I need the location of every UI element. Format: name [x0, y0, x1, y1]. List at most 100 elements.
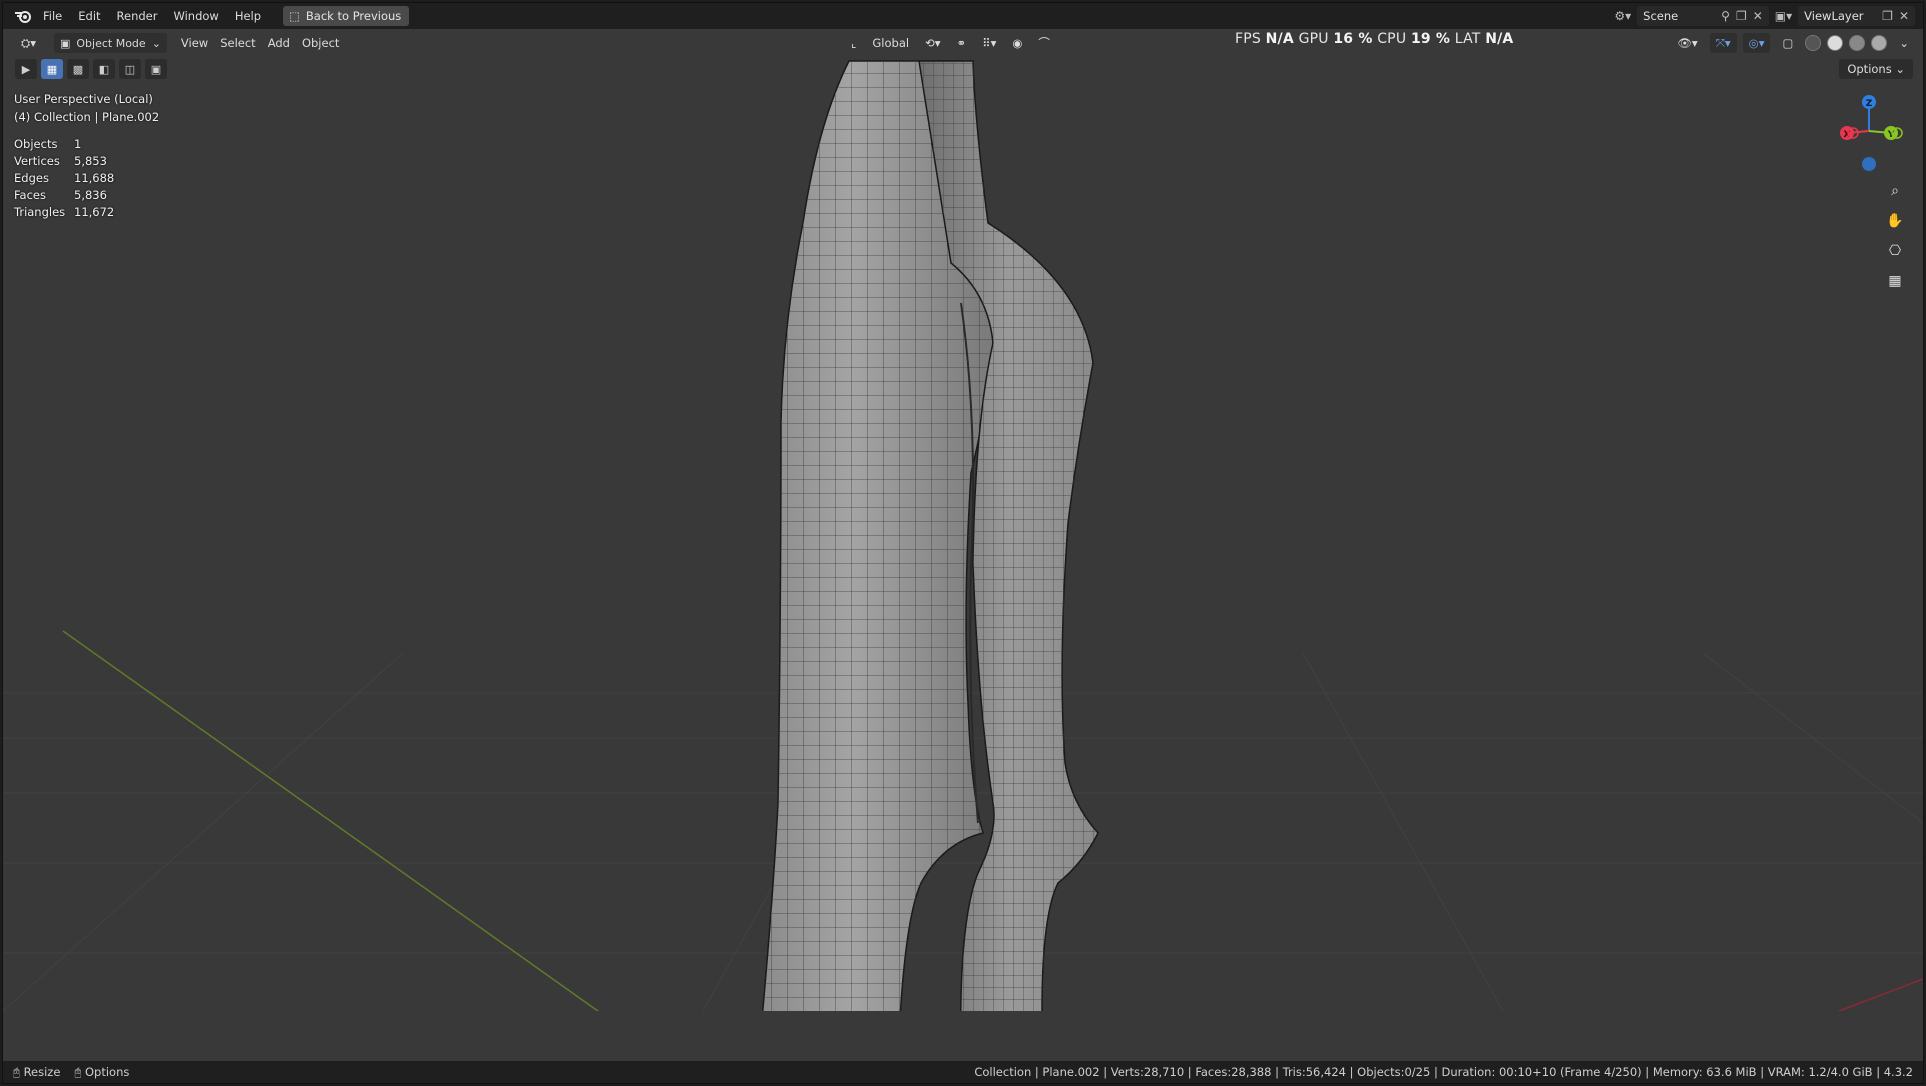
mouse-icon: 🖰: [74, 1064, 82, 1079]
transform-tools: ⌞ Global ⟲▾ ⚭ ⠿▾ ◉ ⌒: [845, 33, 1056, 53]
menu-object[interactable]: Object: [296, 33, 345, 53]
menu-help[interactable]: Help: [227, 5, 269, 27]
navigation-gizmo[interactable]: Z Y X: [1829, 91, 1909, 181]
gpu-value: 16 %: [1333, 31, 1373, 47]
viewport-info: User Perspective (Local) (4) Collection …: [14, 90, 159, 126]
menu-render[interactable]: Render: [109, 5, 166, 27]
select-invert-icon[interactable]: ◫: [119, 59, 141, 79]
mouse-icon: 🖰: [13, 1064, 20, 1079]
status-bar: 🖰 Resize 🖰 Options Collection | Plane.00…: [3, 1061, 1923, 1083]
select-new-icon[interactable]: ▦: [41, 59, 63, 79]
rendered-shading-icon[interactable]: [1871, 35, 1888, 51]
pin-icon[interactable]: ⚲: [1721, 9, 1730, 23]
select-cursor-icon[interactable]: ▶: [15, 59, 37, 79]
stat-key: Vertices: [14, 154, 60, 168]
editor-type-icon[interactable]: ⛭▾: [15, 33, 42, 53]
neg-z-axis-icon[interactable]: [1862, 157, 1876, 171]
menu-window[interactable]: Window: [165, 5, 226, 27]
close-viewlayer-icon[interactable]: ✕: [1899, 9, 1909, 23]
stat-row: Edges 11,688: [14, 170, 114, 187]
y-axis-line: [62, 630, 600, 1011]
back-icon: ⬚: [289, 9, 300, 23]
stat-key: Faces: [14, 188, 46, 202]
viewport-display-tools: 👁▾ ⤧▾ ◎▾ ▢ ⌄: [1671, 33, 1915, 53]
options-hint: 🖰 Options: [74, 1065, 129, 1080]
cpu-value: 19 %: [1410, 31, 1451, 47]
material-shading-icon[interactable]: [1849, 35, 1866, 51]
options-hint-label: Options: [84, 1064, 130, 1079]
snap-target-icon[interactable]: ⠿▾: [976, 33, 1002, 53]
proportional-edit-icon[interactable]: ◉: [1006, 33, 1028, 53]
view-name: User Perspective (Local): [14, 92, 153, 106]
stat-value: 11,672: [74, 205, 115, 219]
3d-viewport[interactable]: [3, 57, 1923, 1061]
new-scene-icon[interactable]: ❐: [1736, 9, 1747, 23]
stat-key: Triangles: [14, 205, 66, 219]
back-to-previous-button[interactable]: ⬚ Back to Previous: [283, 6, 410, 26]
blender-logo-icon[interactable]: [11, 4, 35, 28]
shading-options-icon[interactable]: ⌄: [1893, 33, 1915, 53]
wireframe-shading-icon[interactable]: [1805, 35, 1822, 51]
orientation-icon: ⌞: [851, 36, 857, 50]
back-to-previous-label: Back to Previous: [305, 9, 402, 23]
performance-readout: FPS N/A GPU 16 % CPU 19 % LAT N/A: [1235, 31, 1513, 47]
stat-row: Faces 5,836: [14, 187, 114, 204]
select-extend-icon[interactable]: ▩: [67, 59, 89, 79]
stat-row: Objects 1: [14, 136, 114, 153]
stat-key: Edges: [14, 171, 49, 185]
menu-edit[interactable]: Edit: [70, 5, 108, 27]
chevron-down-icon: ⌄: [151, 36, 161, 50]
viewlayer-icon[interactable]: ▣▾: [1775, 9, 1792, 23]
x-axis-label: X: [1844, 130, 1851, 140]
resize-hint: 🖰 Resize: [13, 1065, 60, 1080]
viewport-header: ⛭▾ ▣ Object Mode ⌄ View Select Add Objec…: [3, 29, 1923, 57]
scene-field[interactable]: Scene ⚲ ❐ ✕: [1637, 6, 1769, 26]
stat-value: 1: [74, 137, 82, 151]
stat-value: 5,836: [74, 188, 107, 202]
new-viewlayer-icon[interactable]: ❐: [1882, 9, 1893, 23]
stat-value: 11,688: [74, 171, 115, 185]
snap-icon[interactable]: ⚭: [951, 33, 973, 53]
viewlayer-name: ViewLayer: [1804, 9, 1864, 23]
select-subtract-icon[interactable]: ◧: [93, 59, 115, 79]
orientation-dropdown[interactable]: Global: [866, 33, 915, 53]
xray-icon[interactable]: ▢: [1776, 33, 1799, 53]
overlay-toggle-icon[interactable]: ◎▾: [1742, 33, 1771, 53]
select-intersect-icon[interactable]: ▣: [145, 59, 167, 79]
object-mode-dropdown[interactable]: ▣ Object Mode ⌄: [53, 33, 167, 53]
gpu-label: GPU: [1298, 31, 1329, 47]
menu-view[interactable]: View: [175, 33, 214, 53]
resize-label: Resize: [23, 1064, 61, 1079]
status-info: Collection | Plane.002 | Verts:28,710 | …: [974, 1065, 1913, 1079]
object-mode-icon: ▣: [59, 36, 71, 50]
object-mode-label: Object Mode: [76, 36, 146, 50]
visibility-icon[interactable]: 👁▾: [1671, 33, 1703, 53]
pivot-icon[interactable]: ⟲▾: [919, 33, 946, 53]
scene-statistics: Objects 1 Vertices 5,853 Edges 11,688 Faces…: [14, 136, 114, 221]
tool-row: ▶ ▦ ▩ ◧ ◫ ▣: [15, 59, 167, 79]
options-label: Options: [1847, 62, 1892, 76]
options-dropdown[interactable]: Options ⌄: [1839, 59, 1913, 79]
viewport-scene: [3, 60, 1923, 1011]
cpu-label: CPU: [1377, 31, 1407, 47]
camera-view-icon[interactable]: ⎔: [1881, 238, 1909, 264]
stat-value: 5,853: [74, 154, 107, 168]
viewlayer-field[interactable]: ViewLayer ❐ ✕: [1798, 6, 1915, 26]
pan-hand-icon[interactable]: ✋: [1881, 208, 1909, 234]
lat-label: LAT: [1454, 31, 1481, 47]
close-scene-icon[interactable]: ✕: [1753, 9, 1763, 23]
stat-row: Triangles 11,672: [14, 204, 114, 221]
solid-shading-icon[interactable]: [1827, 35, 1844, 51]
scene-viewlayer-group: ⚙▾ Scene ⚲ ❐ ✕ ▣▾ ViewLayer ❐ ✕: [1614, 6, 1915, 26]
z-axis-label: Z: [1866, 99, 1873, 109]
scene-icon[interactable]: ⚙▾: [1614, 9, 1631, 23]
gizmo-toggle-icon[interactable]: ⤧▾: [1709, 33, 1737, 53]
zoom-icon[interactable]: ⌕: [1881, 178, 1909, 204]
fps-label: FPS: [1235, 31, 1261, 47]
stat-key: Objects: [14, 137, 58, 151]
menu-add[interactable]: Add: [262, 33, 296, 53]
falloff-icon[interactable]: ⌒: [1032, 33, 1056, 53]
menu-file[interactable]: File: [35, 5, 70, 27]
menu-select[interactable]: Select: [214, 33, 261, 53]
perspective-toggle-icon[interactable]: ▦: [1881, 268, 1909, 294]
